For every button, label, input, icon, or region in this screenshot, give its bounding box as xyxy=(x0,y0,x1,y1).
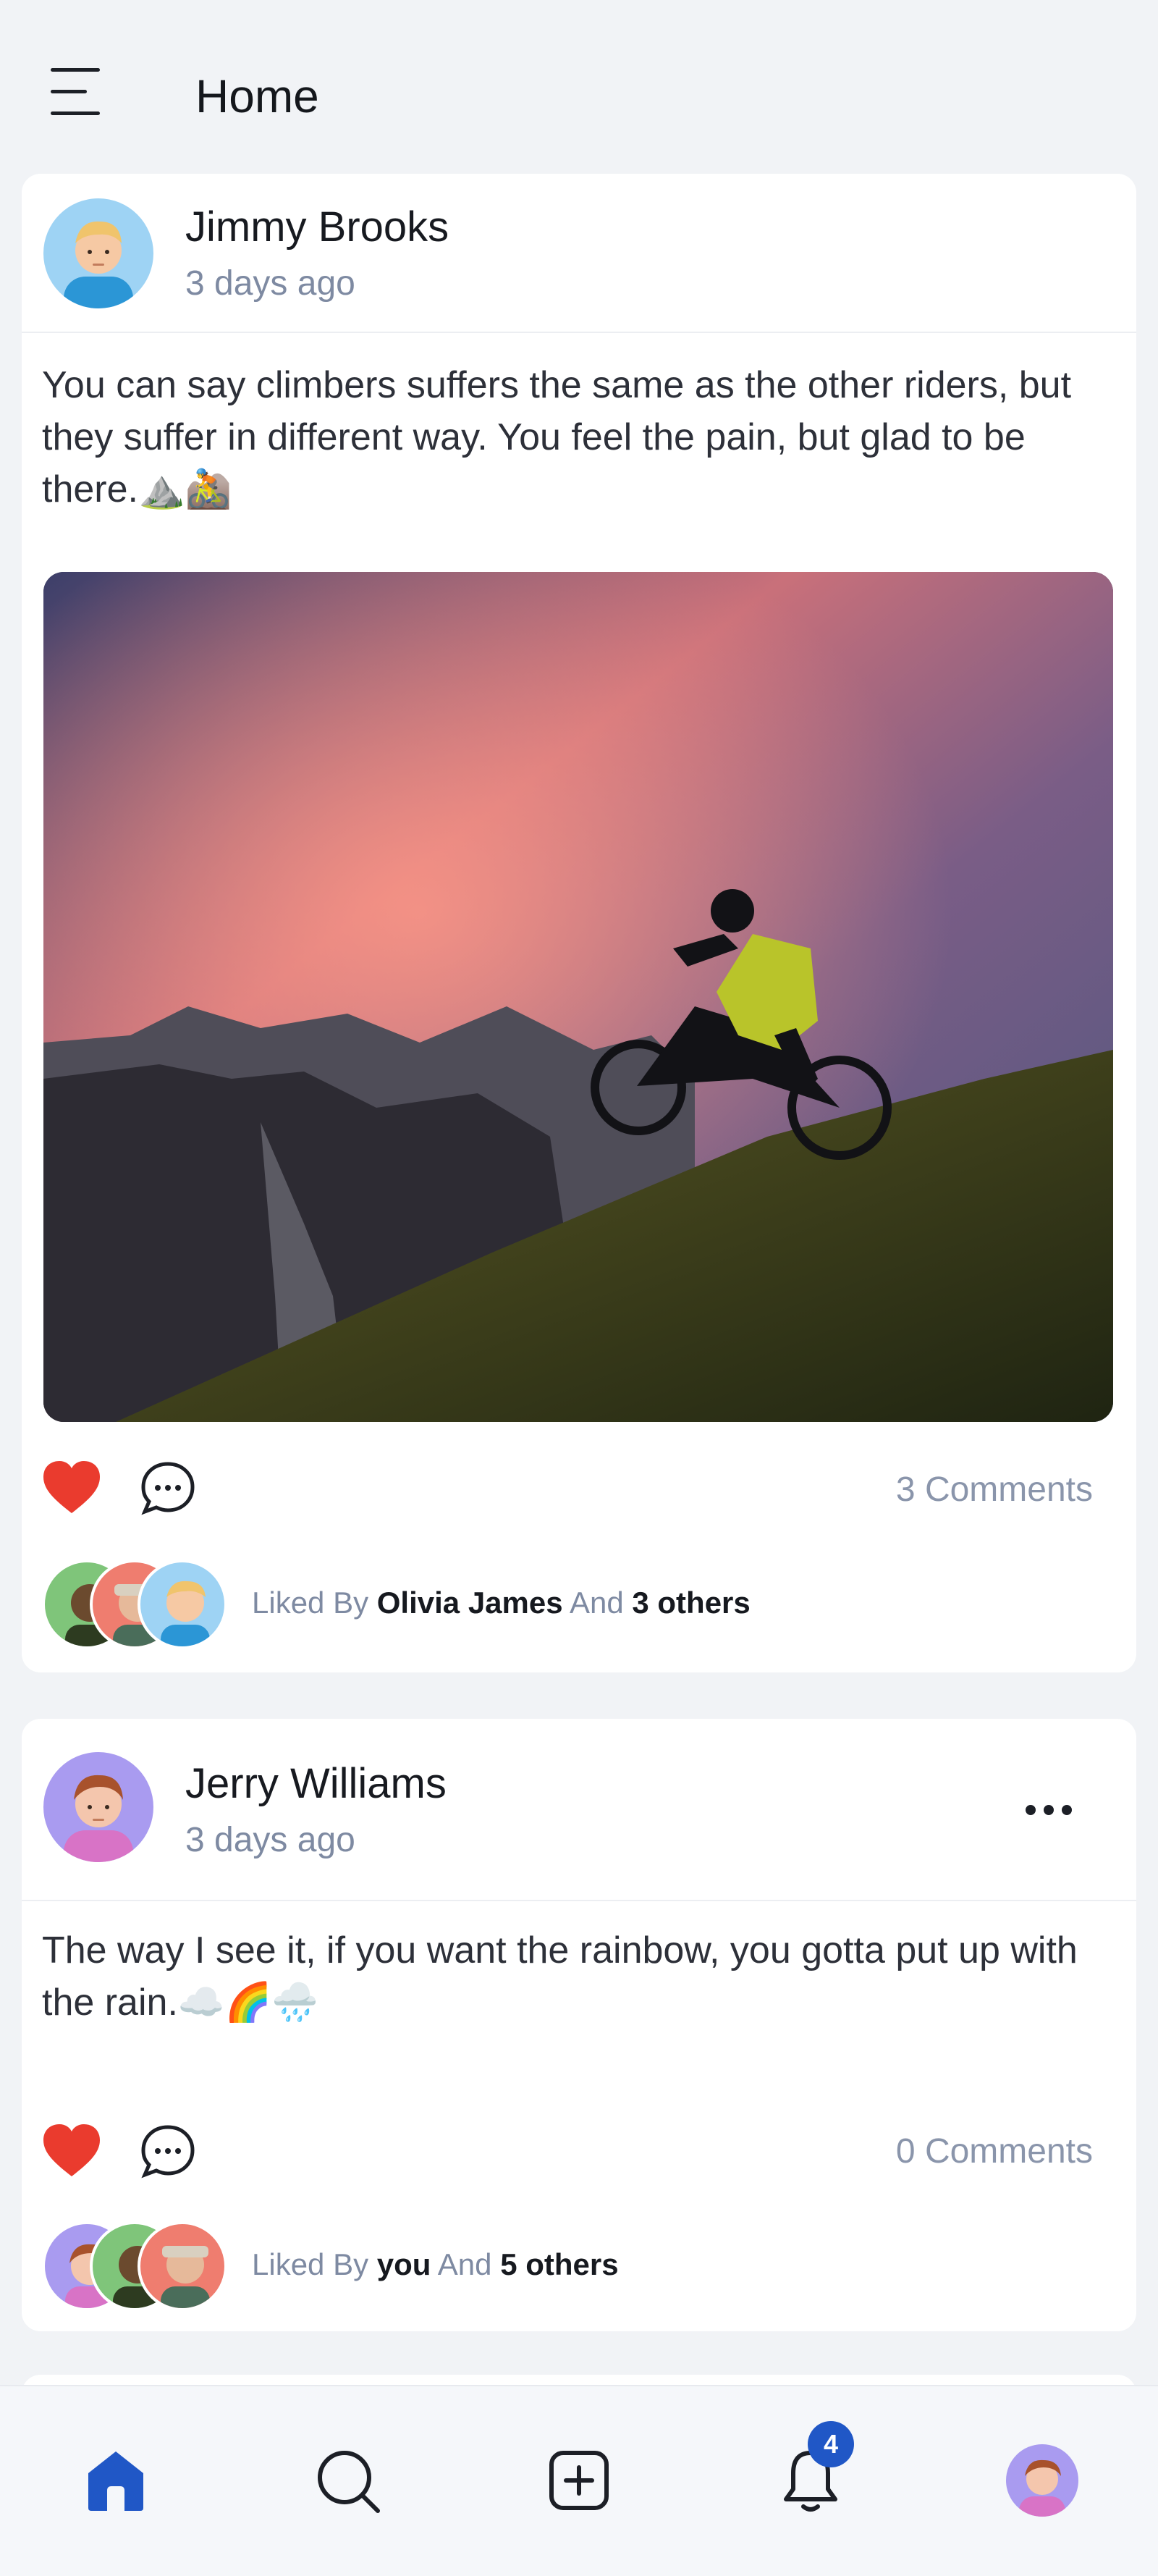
liked-by-text: Liked By you And 5 others xyxy=(252,2247,619,2282)
comment-icon[interactable] xyxy=(139,2123,197,2181)
liked-avatars[interactable] xyxy=(42,2221,259,2311)
menu-icon[interactable] xyxy=(48,65,103,120)
comments-count[interactable]: 0 Comments xyxy=(896,2131,1093,2171)
author-avatar[interactable] xyxy=(43,1752,153,1862)
liked-and: And xyxy=(437,2247,492,2281)
author-avatar[interactable] xyxy=(43,198,153,308)
more-options-icon[interactable] xyxy=(1023,1803,1074,1817)
liked-others[interactable]: 3 others xyxy=(632,1586,750,1620)
post-time: 3 days ago xyxy=(185,264,355,303)
post-card: Jimmy Brooks 3 days ago You can say clim… xyxy=(22,174,1136,1672)
author-name[interactable]: Jimmy Brooks xyxy=(185,203,449,251)
liked-by-text: Liked By Olivia James And 3 others xyxy=(252,1586,751,1620)
post-image[interactable] xyxy=(43,572,1113,1422)
page-title: Home xyxy=(195,70,319,122)
like-heart-icon[interactable] xyxy=(41,2121,103,2179)
notification-badge: 4 xyxy=(808,2421,854,2467)
liked-name[interactable]: you xyxy=(377,2247,431,2281)
post-card: Jerry Williams 3 days ago The way I see … xyxy=(22,1719,1136,2331)
post-text: The way I see it, if you want the rainbo… xyxy=(42,1929,1078,2024)
bottom-navigation xyxy=(0,2385,1158,2576)
liked-and: And xyxy=(569,1586,624,1620)
add-post-icon[interactable] xyxy=(543,2444,615,2517)
liked-prefix: Liked By xyxy=(252,1586,369,1620)
liked-name[interactable]: Olivia James xyxy=(377,1586,563,1620)
search-icon[interactable] xyxy=(311,2444,384,2517)
liked-others[interactable]: 5 others xyxy=(500,2247,618,2281)
post-text: You can say climbers suffers the same as… xyxy=(42,364,1072,510)
liked-avatars[interactable] xyxy=(42,1560,259,1649)
top-bar: Home xyxy=(0,0,1158,174)
liked-prefix: Liked By xyxy=(252,2247,369,2281)
liker-avatar xyxy=(138,2221,227,2311)
liker-avatar xyxy=(138,1560,227,1649)
divider xyxy=(22,332,1136,333)
comments-count[interactable]: 3 Comments xyxy=(896,1470,1093,1510)
author-name[interactable]: Jerry Williams xyxy=(185,1759,447,1808)
home-icon[interactable] xyxy=(80,2444,152,2517)
post-time: 3 days ago xyxy=(185,1821,355,1859)
like-heart-icon[interactable] xyxy=(41,1458,103,1516)
comment-icon[interactable] xyxy=(139,1460,197,1518)
divider xyxy=(22,1900,1136,1901)
profile-avatar[interactable] xyxy=(1006,2444,1078,2517)
